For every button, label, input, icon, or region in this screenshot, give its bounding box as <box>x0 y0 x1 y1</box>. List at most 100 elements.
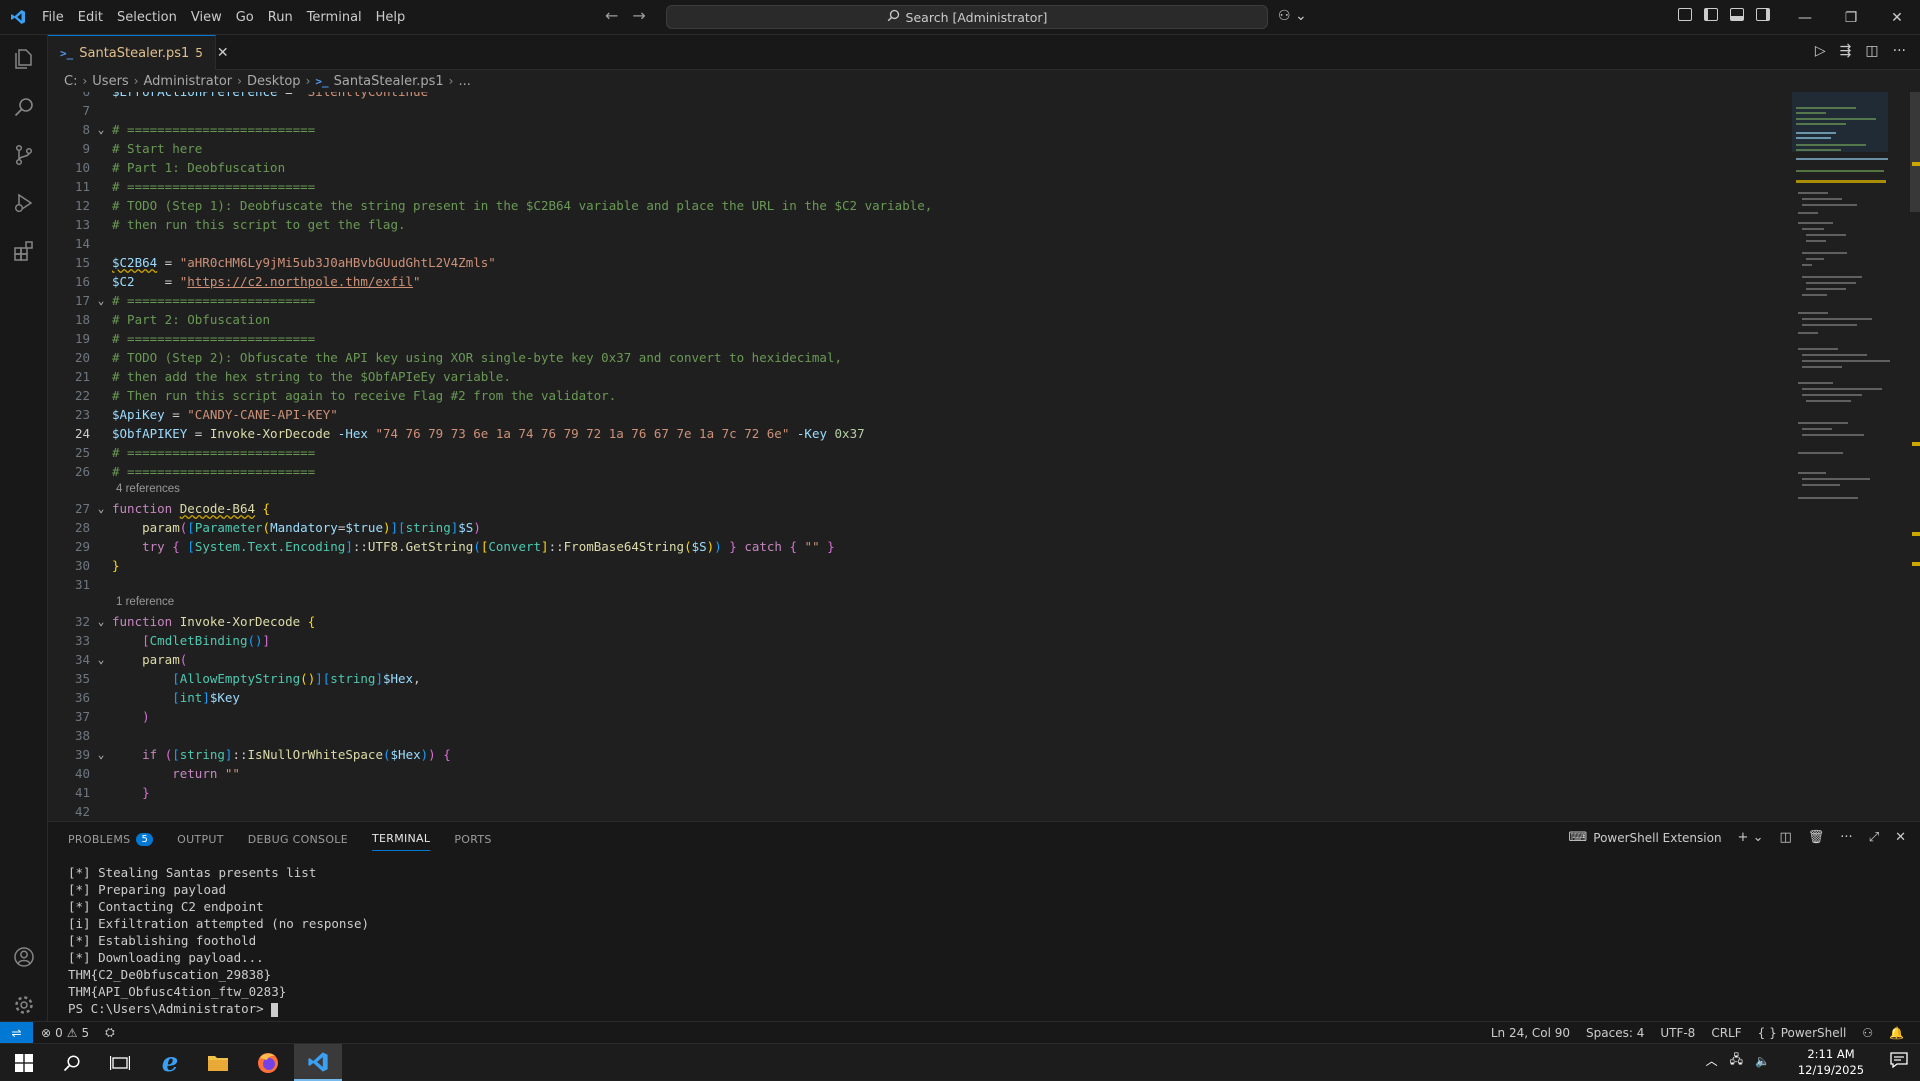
indentation[interactable]: Spaces: 4 <box>1578 1026 1652 1040</box>
editor-tab-santastealer[interactable]: >_ SantaStealer.ps1 5 ✕ <box>48 35 229 70</box>
code-line: 22 # Then run this script again to receiv… <box>74 388 617 403</box>
breadcrumb-users[interactable]: Users <box>92 74 128 89</box>
code-editor[interactable]: 6$ErrorActionPreference = 'SilentlyConti… <box>48 92 1788 854</box>
menu-run[interactable]: Run <box>261 6 300 29</box>
taskbar-clock[interactable]: 2:11 AM 12/19/2025 <box>1790 1046 1872 1078</box>
source-control-icon[interactable] <box>0 131 48 179</box>
terminal-line: [*] Contacting C2 endpoint <box>68 899 264 914</box>
fold-chevron-icon[interactable]: ⌄ <box>90 615 112 628</box>
close-panel-icon[interactable]: ✕ <box>1895 830 1906 845</box>
run-file-icon[interactable]: ▷ <box>1815 43 1826 59</box>
task-view-icon[interactable] <box>96 1044 144 1081</box>
firefox-icon[interactable] <box>244 1044 292 1081</box>
code-line: 26 # ========================= <box>74 464 316 479</box>
braces-icon: { } <box>1757 1026 1777 1040</box>
breadcrumb-desktop[interactable]: Desktop <box>247 74 301 89</box>
tab-terminal[interactable]: TERMINAL <box>371 832 431 851</box>
internet-explorer-icon[interactable]: e <box>146 1044 194 1081</box>
terminal-cursor <box>271 1002 279 1017</box>
explorer-icon[interactable] <box>0 35 48 83</box>
menu-selection[interactable]: Selection <box>110 6 184 29</box>
code-line: 37 ) <box>74 709 150 724</box>
extensions-icon[interactable] <box>0 227 48 275</box>
fold-chevron-icon[interactable]: ⌄ <box>90 502 112 515</box>
end-of-line[interactable]: CRLF <box>1703 1026 1749 1040</box>
tab-problem-count: 5 <box>195 46 203 60</box>
remote-indicator-icon[interactable]: ⇌ <box>0 1021 33 1044</box>
more-icon[interactable]: ··· <box>1840 830 1852 845</box>
editor-scrollbar[interactable] <box>1910 92 1920 856</box>
bottom-panel: PROBLEMS 5 OUTPUT DEBUG CONSOLE TERMINAL … <box>48 821 1920 1021</box>
notifications-bell-icon[interactable]: 🔔 <box>1881 1026 1912 1040</box>
menu-help[interactable]: Help <box>369 6 413 29</box>
cursor-position[interactable]: Ln 24, Col 90 <box>1483 1026 1578 1040</box>
menu-view[interactable]: View <box>184 6 229 29</box>
search-view-icon[interactable] <box>0 83 48 131</box>
command-center-search[interactable]: Search [Administrator] <box>666 5 1268 29</box>
split-editor-icon[interactable]: ◫ <box>1865 43 1878 59</box>
code-line: 32 ⌄ function Invoke-XorDecode { <box>74 614 316 629</box>
network-icon[interactable]: 🖧 <box>1730 1050 1743 1071</box>
run-debug-icon[interactable] <box>0 179 48 227</box>
fold-chevron-icon[interactable]: ⌄ <box>90 748 112 761</box>
windows-start-icon[interactable] <box>0 1044 48 1081</box>
breadcrumb-file[interactable]: SantaStealer.ps1 <box>334 74 444 89</box>
taskbar-search-icon[interactable] <box>48 1044 96 1081</box>
terminal-line: [*] Downloading payload... <box>68 950 264 965</box>
ports-status-icon[interactable]: ⛭ <box>97 1025 123 1040</box>
toggle-secondary-sidebar-icon[interactable] <box>1756 8 1770 21</box>
minimap[interactable] <box>1792 92 1892 856</box>
vscode-taskbar-icon[interactable] <box>294 1044 342 1081</box>
maximize-panel-icon[interactable]: ⤢ <box>1869 830 1879 845</box>
file-explorer-icon[interactable] <box>194 1044 242 1081</box>
forward-arrow-icon[interactable]: → <box>632 6 645 25</box>
menu-edit[interactable]: Edit <box>71 6 110 29</box>
back-arrow-icon[interactable]: ← <box>605 6 618 25</box>
fold-chevron-icon[interactable]: ⌄ <box>90 294 112 307</box>
code-line: 14 <box>74 236 90 251</box>
fold-chevron-icon[interactable]: ⌄ <box>90 123 112 136</box>
title-bar: File Edit Selection View Go Run Terminal… <box>0 0 1920 35</box>
code-line: 28 param([Parameter(Mandatory=$true)][st… <box>74 520 481 535</box>
codelens-references[interactable]: 4 references <box>116 483 180 499</box>
menu-file[interactable]: File <box>35 6 71 29</box>
tab-output[interactable]: OUTPUT <box>177 832 224 851</box>
new-terminal-icon[interactable]: + ⌄ <box>1738 830 1764 845</box>
encoding[interactable]: UTF-8 <box>1652 1026 1703 1040</box>
run-selection-icon[interactable]: ⇶ <box>1840 43 1852 59</box>
restore-icon[interactable]: ❐ <box>1828 0 1874 35</box>
terminal-shell-label[interactable]: PowerShell Extension <box>1593 831 1721 845</box>
kill-terminal-icon[interactable]: 🗑 <box>1808 830 1825 845</box>
more-actions-icon[interactable]: ··· <box>1893 43 1906 59</box>
terminal-output[interactable]: [*] Stealing Santas presents list [*] Pr… <box>68 865 369 1018</box>
close-tab-icon[interactable]: ✕ <box>217 45 229 61</box>
action-center-icon[interactable] <box>1890 1052 1908 1072</box>
tab-problems[interactable]: PROBLEMS 5 <box>68 832 154 851</box>
code-line: 38 <box>74 728 90 743</box>
menu-go[interactable]: Go <box>229 6 261 29</box>
fold-chevron-icon[interactable]: ⌄ <box>90 653 112 666</box>
toggle-sidebar-icon[interactable] <box>1704 8 1718 21</box>
language-mode[interactable]: { } PowerShell <box>1750 1026 1855 1040</box>
breadcrumb-administrator[interactable]: Administrator <box>144 74 233 89</box>
accounts-icon[interactable] <box>0 933 48 981</box>
minimize-icon[interactable]: — <box>1782 0 1828 35</box>
tray-chevron-up-icon[interactable]: ︿ <box>1706 1052 1718 1069</box>
toggle-panel-icon[interactable] <box>1730 8 1744 21</box>
codelens-references[interactable]: 1 reference <box>116 596 174 612</box>
copilot-icon[interactable]: ⚇ ⌄ <box>1278 8 1307 24</box>
breadcrumb-symbols[interactable]: ... <box>458 74 470 89</box>
breadcrumb-drive[interactable]: C: <box>64 74 77 89</box>
problems-status[interactable]: ⊗ 0 ⚠ 5 <box>33 1026 97 1040</box>
volume-icon[interactable]: 🔈 <box>1755 1054 1770 1068</box>
editor-tab-bar: >_ SantaStealer.ps1 5 ✕ ▷ ⇶ ◫ ··· <box>48 35 1920 70</box>
close-window-icon[interactable]: ✕ <box>1874 0 1920 35</box>
menu-terminal[interactable]: Terminal <box>300 6 369 29</box>
split-terminal-icon[interactable]: ◫ <box>1779 830 1791 845</box>
tab-debug-console[interactable]: DEBUG CONSOLE <box>248 832 348 851</box>
copilot-status-icon[interactable]: ⚇ <box>1854 1026 1881 1040</box>
customize-layout-icon[interactable] <box>1678 8 1692 21</box>
search-icon <box>887 9 900 25</box>
terminal-prompt[interactable]: PS C:\Users\Administrator> <box>68 1001 369 1018</box>
tab-ports[interactable]: PORTS <box>454 832 491 851</box>
